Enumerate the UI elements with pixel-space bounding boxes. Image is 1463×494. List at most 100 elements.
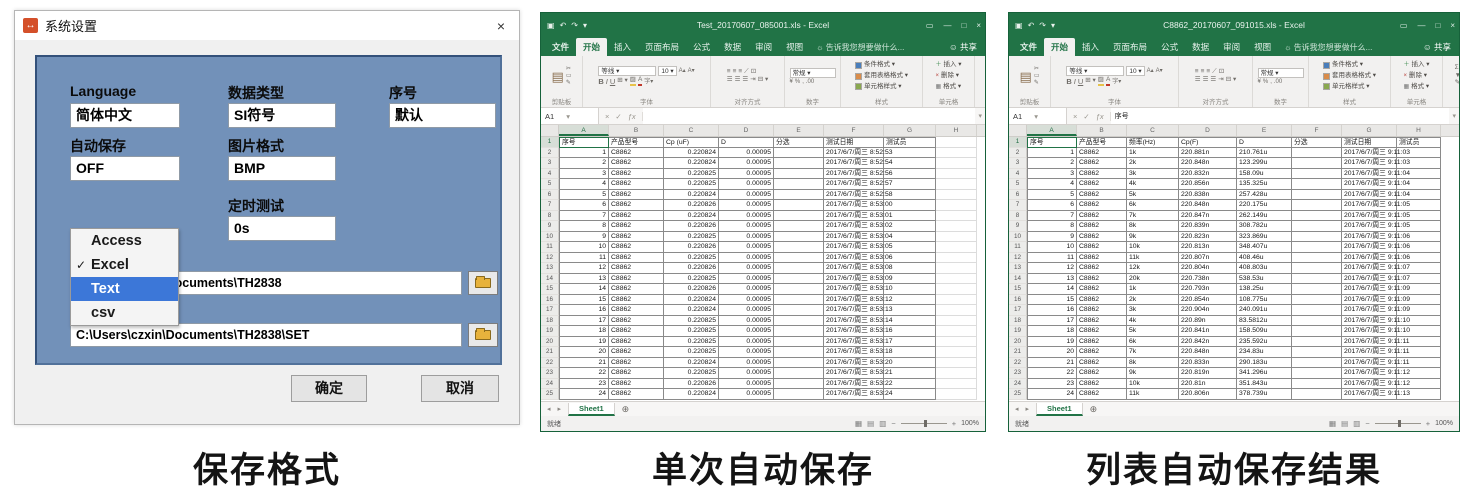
cell[interactable]: 10 bbox=[559, 242, 609, 253]
tab-ribbon-4[interactable]: 公式 bbox=[1154, 38, 1185, 56]
cell[interactable]: 2017/6/7/周三 9:11:06 bbox=[1342, 232, 1397, 243]
cell[interactable]: 9 bbox=[559, 232, 609, 243]
cell[interactable]: 220.89n bbox=[1179, 316, 1237, 327]
cell[interactable]: C8862 bbox=[1077, 316, 1127, 327]
cell[interactable]: 2017/6/7/周三 8:53:18 bbox=[824, 347, 884, 358]
cell[interactable]: 22 bbox=[1027, 368, 1077, 379]
cell[interactable] bbox=[774, 211, 824, 222]
wrap-text-icon[interactable]: ⊡ bbox=[1219, 69, 1224, 76]
cell[interactable]: 138.25u bbox=[1237, 284, 1292, 295]
cell[interactable] bbox=[774, 379, 824, 390]
cell[interactable] bbox=[936, 221, 977, 232]
cell[interactable] bbox=[774, 337, 824, 348]
insert-function-icon[interactable]: ƒx bbox=[1096, 112, 1104, 121]
cell[interactable]: 5k bbox=[1127, 190, 1179, 201]
cell[interactable] bbox=[936, 232, 977, 243]
customize-qat-icon[interactable]: ▾ bbox=[583, 21, 587, 30]
browse-set-folder-button[interactable] bbox=[468, 323, 498, 347]
cell[interactable]: 测试员 bbox=[884, 137, 936, 148]
save-icon[interactable]: ▣ bbox=[1015, 21, 1023, 30]
cell[interactable]: 220.854n bbox=[1179, 295, 1237, 306]
cell[interactable]: 10 bbox=[1027, 242, 1077, 253]
cell[interactable]: 17 bbox=[559, 316, 609, 327]
cell[interactable]: 2017/6/7/周三 9:11:12 bbox=[1342, 368, 1397, 379]
cell[interactable]: 0.220825 bbox=[664, 316, 719, 327]
cell[interactable]: 2017/6/7/周三 8:53:05 bbox=[824, 242, 884, 253]
zoom-level[interactable]: 100% bbox=[1435, 420, 1453, 427]
cell[interactable]: C8862 bbox=[609, 232, 664, 243]
paste-button[interactable]: ▤ bbox=[1020, 70, 1032, 83]
cell[interactable]: 3 bbox=[559, 169, 609, 180]
paste-button[interactable]: ▤ bbox=[552, 70, 564, 83]
formula-input[interactable]: 序号 bbox=[1111, 108, 1450, 124]
cell[interactable]: 0.220825 bbox=[664, 169, 719, 180]
cell[interactable]: C8862 bbox=[1077, 274, 1127, 285]
merge-center-icon[interactable]: ⊟ ▾ bbox=[1226, 77, 1237, 84]
underline-button[interactable]: U bbox=[1078, 78, 1083, 86]
new-sheet-icon[interactable]: ⊕ bbox=[1090, 404, 1098, 415]
cell[interactable]: 11k bbox=[1127, 253, 1179, 264]
cell[interactable]: 0.220824 bbox=[664, 158, 719, 169]
datatype-field[interactable]: SI符号 bbox=[228, 103, 336, 128]
cell[interactable]: C8862 bbox=[609, 389, 664, 400]
cell[interactable]: Cp (uF) bbox=[664, 137, 719, 148]
normal-view-icon[interactable]: ▦ bbox=[1329, 419, 1336, 428]
undo-icon[interactable]: ↶ bbox=[560, 21, 567, 30]
cell[interactable] bbox=[1292, 368, 1342, 379]
fill-color-icon[interactable]: ▨ bbox=[1098, 77, 1104, 86]
cell[interactable]: 220.848n bbox=[1179, 200, 1237, 211]
bold-button[interactable]: B bbox=[1066, 78, 1071, 86]
sheet-prev-icon[interactable]: ◂ bbox=[1015, 405, 1019, 413]
cell[interactable]: 0.00095 bbox=[719, 169, 774, 180]
cell[interactable]: D bbox=[1237, 137, 1292, 148]
cell[interactable]: 14 bbox=[1027, 284, 1077, 295]
column-header-G[interactable]: G bbox=[884, 125, 936, 136]
cell[interactable]: 0.00095 bbox=[719, 274, 774, 285]
cell[interactable]: 0.220824 bbox=[664, 190, 719, 201]
cell[interactable]: C8862 bbox=[1077, 389, 1127, 400]
cell[interactable]: 351.843u bbox=[1237, 379, 1292, 390]
cell[interactable] bbox=[936, 326, 977, 337]
row-header-3[interactable]: 3 bbox=[1009, 158, 1027, 169]
cell[interactable]: C8862 bbox=[609, 368, 664, 379]
align-right-icon[interactable]: ☰ bbox=[1210, 77, 1216, 84]
row-header-14[interactable]: 14 bbox=[541, 274, 559, 285]
cell[interactable]: 0.00095 bbox=[719, 221, 774, 232]
shrink-font-icon[interactable]: A▾ bbox=[1156, 68, 1163, 74]
cell[interactable]: 2017/6/7/周三 9:11:11 bbox=[1342, 347, 1397, 358]
cell[interactable]: 2017/6/7/周三 9:11:09 bbox=[1342, 295, 1397, 306]
cell[interactable]: 测试日期 bbox=[824, 137, 884, 148]
cell[interactable]: 158.509u bbox=[1237, 326, 1292, 337]
formula-input[interactable] bbox=[643, 108, 976, 124]
cell[interactable] bbox=[936, 263, 977, 274]
cell[interactable]: 测试员 bbox=[1397, 137, 1441, 148]
cell[interactable] bbox=[936, 284, 977, 295]
cell[interactable]: 2017/6/7/周三 8:53:10 bbox=[824, 284, 884, 295]
tell-me-box[interactable]: ☼ 告诉我您想要做什么... bbox=[810, 39, 910, 56]
row-header-3[interactable]: 3 bbox=[541, 158, 559, 169]
cell[interactable] bbox=[1292, 148, 1342, 159]
cell[interactable]: 220.81n bbox=[1179, 379, 1237, 390]
cell[interactable]: 0.220824 bbox=[664, 148, 719, 159]
cell[interactable]: 2017/6/7/周三 9:11:04 bbox=[1342, 190, 1397, 201]
dropdown-item-csv[interactable]: csv bbox=[71, 301, 178, 325]
comma-icon[interactable]: , bbox=[1270, 79, 1272, 85]
cell[interactable] bbox=[936, 253, 977, 264]
cell[interactable]: Cp(F) bbox=[1179, 137, 1237, 148]
row-header-23[interactable]: 23 bbox=[1009, 368, 1027, 379]
row-header-7[interactable]: 7 bbox=[541, 200, 559, 211]
row-header-15[interactable]: 15 bbox=[1009, 284, 1027, 295]
cell[interactable]: 16 bbox=[559, 305, 609, 316]
number-format-box[interactable]: 常规 ▾ bbox=[1258, 68, 1304, 78]
row-header-19[interactable]: 19 bbox=[541, 326, 559, 337]
comma-icon[interactable]: , bbox=[802, 79, 804, 85]
cell[interactable]: C8862 bbox=[609, 179, 664, 190]
cell[interactable]: C8862 bbox=[609, 211, 664, 222]
cell[interactable]: 2017/6/7/周三 9:11:10 bbox=[1342, 326, 1397, 337]
button-格式[interactable]: 格式 ▾ bbox=[1411, 82, 1429, 92]
cell[interactable]: 2017/6/7/周三 8:53:04 bbox=[824, 232, 884, 243]
decimal-icons[interactable]: .00 bbox=[806, 79, 814, 85]
cell[interactable]: 220.839n bbox=[1179, 221, 1237, 232]
row-header-20[interactable]: 20 bbox=[1009, 337, 1027, 348]
cell[interactable]: 123.299u bbox=[1237, 158, 1292, 169]
